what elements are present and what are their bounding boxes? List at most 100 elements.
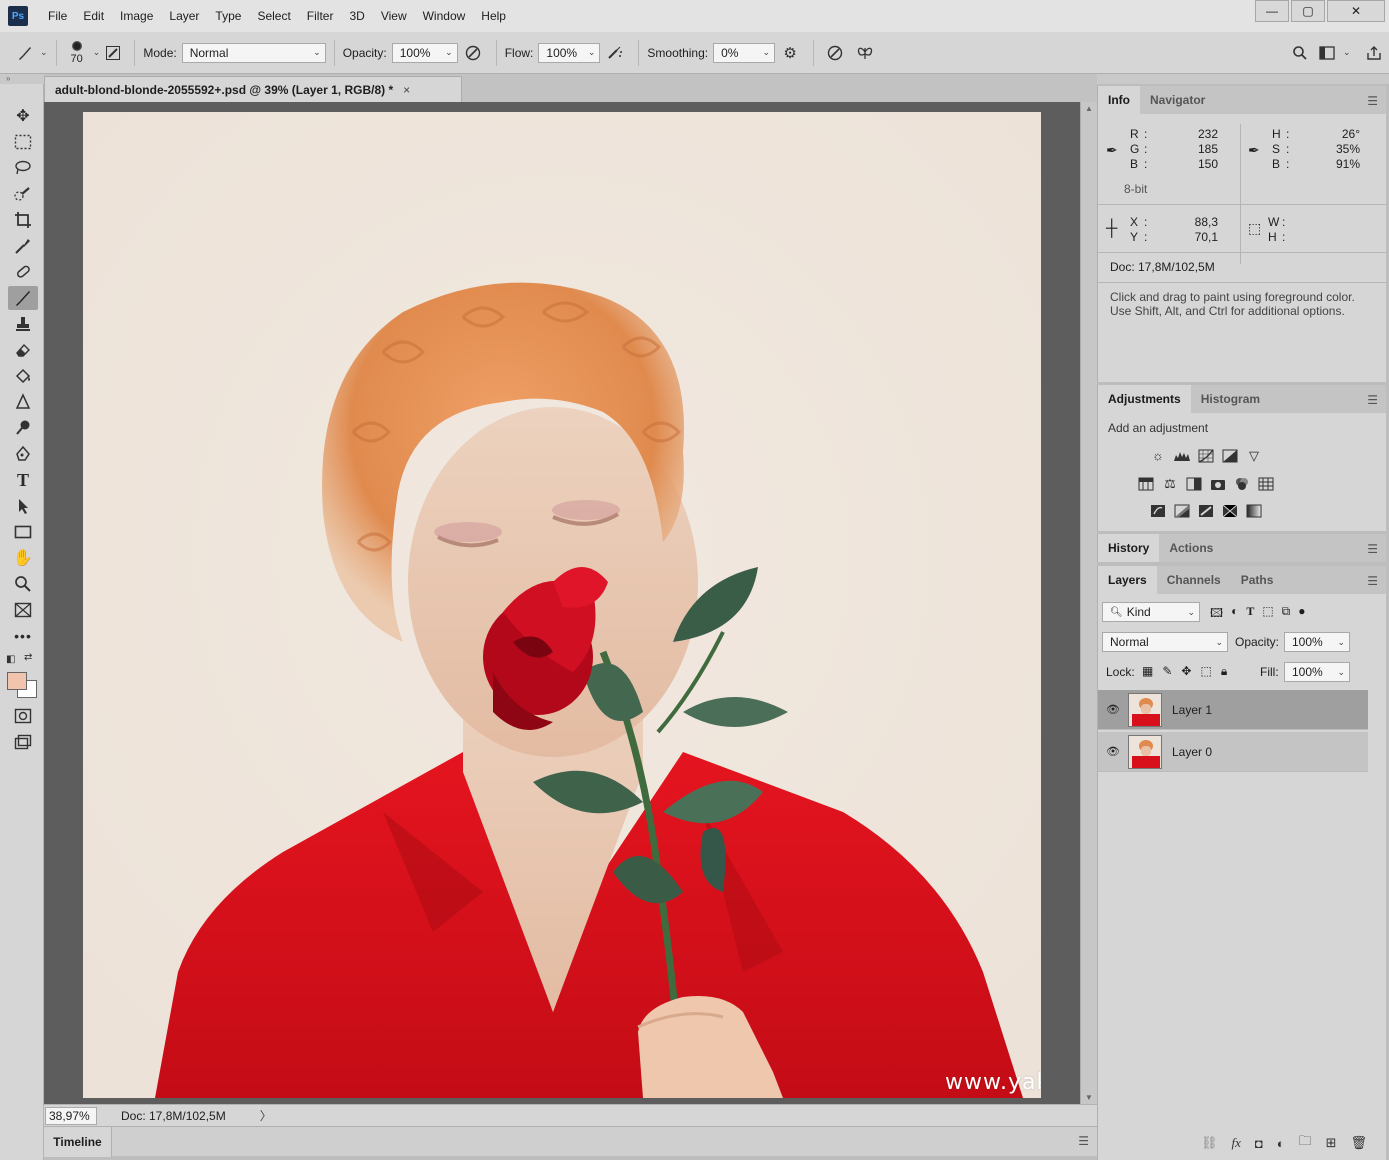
filter-toggle-icon[interactable]: ● [1298,604,1305,625]
new-group-folder-icon[interactable]: 🗀 [1299,1132,1312,1154]
search-icon[interactable] [1285,45,1315,61]
panel-menu-icon[interactable]: ☰ [1367,393,1378,407]
paint-bucket-tool-icon[interactable] [8,364,38,388]
brush-preset-icon[interactable] [14,45,36,61]
menu-select[interactable]: Select [249,0,298,32]
menu-view[interactable]: View [373,0,415,32]
panel-menu-icon[interactable]: ☰ [1078,1134,1089,1148]
tab-actions[interactable]: Actions [1159,534,1223,562]
filter-shape-icon[interactable]: ⬚ [1262,604,1273,625]
hue-saturation-icon[interactable] [1134,475,1158,492]
brush-settings-icon[interactable] [100,45,126,61]
scroll-down-icon[interactable]: ▼ [1085,1093,1093,1102]
airbrush-icon[interactable] [600,44,630,62]
blur-tool-icon[interactable] [8,390,38,414]
filter-type-icon[interactable]: T [1246,604,1254,625]
new-adjustment-layer-icon[interactable]: ◐ [1277,1136,1285,1151]
menu-type[interactable]: Type [207,0,249,32]
tab-layers[interactable]: Layers [1098,566,1157,594]
menu-image[interactable]: Image [112,0,161,32]
frame-tool-icon[interactable] [8,598,38,622]
lock-pixels-icon[interactable]: ✎ [1162,664,1172,679]
exposure-icon[interactable] [1218,447,1242,464]
layer-row[interactable]: 👁︎ Layer 1 [1098,690,1368,730]
tab-history[interactable]: History [1098,534,1160,562]
crop-tool-icon[interactable] [8,208,38,232]
lock-all-icon[interactable]: 🔒︎ [1221,664,1227,679]
clone-stamp-tool-icon[interactable] [8,312,38,336]
opacity-field[interactable]: 100% ⌄ [391,42,458,63]
threshold-icon[interactable] [1194,502,1218,519]
share-icon[interactable] [1359,45,1389,61]
document-tab[interactable]: adult-blond-blonde-2055592+.psd @ 39% (L… [44,76,462,102]
swap-colors-icon[interactable]: ⇄ [24,652,32,663]
fx-icon[interactable]: fx [1231,1135,1240,1151]
quick-mask-icon[interactable] [8,704,38,728]
menu-filter[interactable]: Filter [299,0,342,32]
vertical-scrollbar[interactable]: ▲ ▼ [1080,102,1097,1104]
posterize-icon[interactable] [1170,502,1194,519]
pressure-opacity-icon[interactable] [458,44,488,62]
channel-mixer-icon[interactable] [1230,475,1254,492]
invert-icon[interactable] [1146,502,1170,519]
path-selection-tool-icon[interactable] [8,494,38,518]
toolbar-collapse-handle[interactable]: » [0,74,44,84]
tab-histogram[interactable]: Histogram [1191,385,1270,413]
eraser-tool-icon[interactable] [8,338,38,362]
quick-selection-tool-icon[interactable] [8,182,38,206]
curves-icon[interactable] [1194,447,1218,464]
new-layer-icon[interactable]: ⊞ [1326,1135,1337,1151]
tab-navigator[interactable]: Navigator [1140,86,1215,114]
tab-adjustments[interactable]: Adjustments [1098,385,1191,413]
dodge-tool-icon[interactable] [8,416,38,440]
filter-pixel-icon[interactable]: 🖾 [1210,604,1223,625]
brightness-contrast-icon[interactable]: ☼ [1146,447,1170,464]
eye-visibility-icon[interactable]: 👁︎ [1098,745,1128,758]
menu-file[interactable]: File [40,0,75,32]
zoom-level-field[interactable]: 38,97% [45,1106,97,1125]
healing-brush-tool-icon[interactable] [8,260,38,284]
chevron-down-icon[interactable]: ⌄ [1343,47,1359,58]
menu-help[interactable]: Help [473,0,514,32]
pen-tool-icon[interactable] [8,442,38,466]
color-lookup-icon[interactable] [1254,475,1278,492]
brush-tool-icon[interactable] [8,286,38,310]
type-tool-icon[interactable]: T [8,468,38,492]
eyedropper-tool-icon[interactable] [8,234,38,258]
smoothing-settings-gear-icon[interactable]: ⚙ [775,44,805,62]
eye-visibility-icon[interactable]: 👁︎ [1098,703,1128,716]
gradient-map-icon[interactable] [1242,502,1266,519]
photo-filter-icon[interactable] [1206,475,1230,492]
tab-paths[interactable]: Paths [1231,566,1284,594]
maximize-button[interactable]: ▢ [1291,0,1325,22]
flow-field[interactable]: 100% ⌄ [538,42,601,63]
layer-row[interactable]: 👁︎ Layer 0 [1098,732,1368,772]
fill-field[interactable]: 100% ⌄ [1284,662,1350,682]
lasso-tool-icon[interactable] [8,156,38,180]
tab-timeline[interactable]: Timeline [44,1127,112,1157]
layer-filter-dropdown[interactable]: 🔍︎ Kind ⌄ [1102,602,1200,622]
zoom-tool-icon[interactable] [8,572,38,596]
move-tool-icon[interactable]: ✥ [8,104,38,128]
panel-dock-handle[interactable] [1097,74,1389,84]
brush-size-picker[interactable]: 70 [71,40,83,65]
mode-dropdown[interactable]: Normal ⌄ [181,42,326,63]
foreground-color-swatch[interactable] [7,672,27,690]
scroll-up-icon[interactable]: ▲ [1085,104,1093,113]
pressure-size-icon[interactable] [822,44,848,62]
hand-tool-icon[interactable]: ✋ [8,546,38,570]
chevron-down-icon[interactable]: ⌄ [93,47,101,58]
filter-smart-object-icon[interactable]: ⧉ [1282,604,1291,625]
minimize-button[interactable]: — [1255,0,1289,22]
panel-menu-icon[interactable]: ☰ [1367,94,1378,108]
levels-icon[interactable] [1170,447,1194,464]
canvas-area[interactable]: www.yakymchuk.net [44,102,1080,1104]
menu-3d[interactable]: 3D [341,0,372,32]
selective-color-icon[interactable] [1218,502,1242,519]
panel-menu-icon[interactable]: ☰ [1367,574,1378,588]
chevron-down-icon[interactable]: ⌄ [40,47,48,58]
smoothing-field[interactable]: 0% ⌄ [713,42,776,63]
rectangle-tool-icon[interactable] [8,520,38,544]
document-canvas[interactable]: www.yakymchuk.net [83,112,1041,1098]
link-layers-icon[interactable]: ⛓ [1201,1135,1218,1151]
